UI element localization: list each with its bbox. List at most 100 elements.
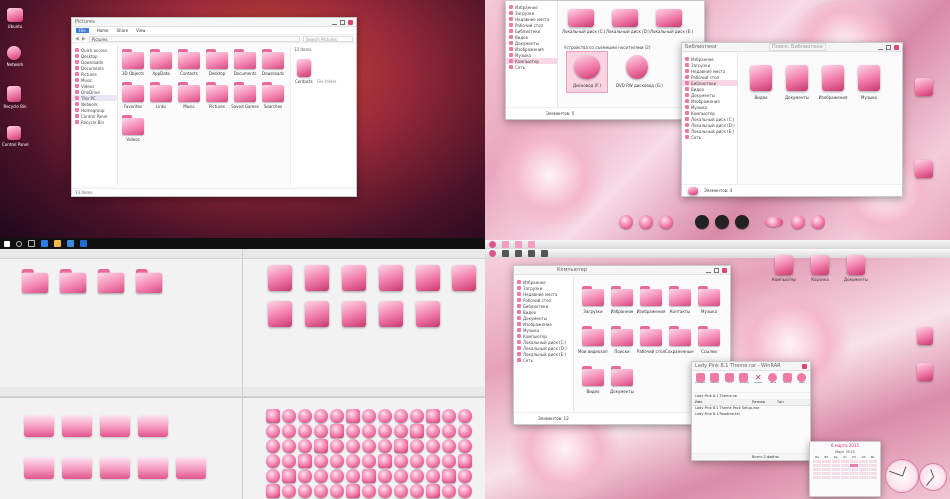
small-app-icon[interactable] xyxy=(426,454,440,468)
small-app-icon[interactable] xyxy=(458,409,472,423)
drive-icon[interactable] xyxy=(656,9,682,27)
small-app-icon[interactable] xyxy=(314,484,328,498)
drive-tile[interactable] xyxy=(138,457,168,479)
tab-share[interactable]: Share xyxy=(117,28,129,33)
small-app-icon[interactable] xyxy=(410,454,424,468)
small-app-icon[interactable] xyxy=(266,409,280,423)
folder-icon[interactable] xyxy=(206,49,228,69)
folder-icon[interactable] xyxy=(206,82,228,102)
folder-icon[interactable] xyxy=(698,326,720,346)
small-app-icon[interactable] xyxy=(442,469,456,483)
calendar-day-cell[interactable] xyxy=(850,476,859,479)
taskbar-app-icon[interactable] xyxy=(502,241,509,248)
small-app-icon[interactable] xyxy=(314,439,328,453)
folder-icon[interactable] xyxy=(59,269,87,293)
drive-tile[interactable] xyxy=(100,457,130,479)
small-app-icon[interactable] xyxy=(362,454,376,468)
drive-tile[interactable] xyxy=(24,457,54,479)
tab-home[interactable]: Home xyxy=(97,28,109,33)
drive-icon[interactable] xyxy=(612,9,638,27)
small-app-icon[interactable] xyxy=(378,484,392,498)
calendar-day-cell[interactable] xyxy=(831,472,840,475)
clock-gadget[interactable] xyxy=(885,459,919,493)
app-icon[interactable] xyxy=(416,301,440,327)
dock-icon[interactable] xyxy=(659,215,673,229)
small-app-icon[interactable] xyxy=(378,424,392,438)
small-app-icon[interactable] xyxy=(330,484,344,498)
folder-icon[interactable] xyxy=(21,269,49,293)
small-app-icon[interactable] xyxy=(266,484,280,498)
network-desktop-icon[interactable] xyxy=(7,46,21,60)
calendar-day-cell[interactable] xyxy=(813,460,822,463)
small-app-icon[interactable] xyxy=(426,469,440,483)
folder-icon[interactable] xyxy=(178,49,200,69)
small-app-icon[interactable] xyxy=(330,469,344,483)
folder-icon[interactable] xyxy=(122,115,144,135)
ubuntu-desktop-icon[interactable] xyxy=(7,8,23,22)
small-app-icon[interactable] xyxy=(362,424,376,438)
explorer-titlebar[interactable]: Компьютер xyxy=(514,266,730,275)
address-bar[interactable]: Библиотеки xyxy=(685,44,717,50)
winrar-titlebar[interactable]: Lady Pink 8.1 Theme.rar - WinRAR xyxy=(692,362,810,371)
app-icon[interactable] xyxy=(342,301,366,327)
winrar-find-button[interactable]: Найти xyxy=(767,373,780,390)
recycle-bin-desktop-icon[interactable] xyxy=(7,86,21,102)
small-app-icon[interactable] xyxy=(378,439,392,453)
dock-icon[interactable] xyxy=(619,215,633,229)
dock-icon[interactable] xyxy=(791,215,805,229)
calendar-day-cell[interactable] xyxy=(822,460,831,463)
small-app-icon[interactable] xyxy=(426,484,440,498)
calendar-day-cell[interactable] xyxy=(859,464,868,467)
app-icon[interactable] xyxy=(379,265,403,291)
small-app-icon[interactable] xyxy=(298,484,312,498)
nav-item[interactable]: Локальный диск (D:) xyxy=(682,122,737,128)
app-icon[interactable] xyxy=(342,265,366,291)
small-app-icon[interactable] xyxy=(266,469,280,483)
small-app-icon[interactable] xyxy=(346,484,360,498)
start-icon[interactable] xyxy=(4,240,10,247)
desktop-icon[interactable] xyxy=(917,327,933,345)
drive-tile[interactable] xyxy=(62,415,92,437)
small-app-icon[interactable] xyxy=(330,454,344,468)
folder-icon[interactable] xyxy=(582,366,604,386)
column-type[interactable]: Тип xyxy=(777,400,802,405)
winrar-add-button[interactable]: Добавить xyxy=(694,373,707,390)
small-app-icon[interactable] xyxy=(314,454,328,468)
folder-icon[interactable] xyxy=(669,326,691,346)
small-app-icon[interactable] xyxy=(394,409,408,423)
minimize-icon[interactable] xyxy=(332,20,337,25)
calendar-day-cell[interactable] xyxy=(859,472,868,475)
small-app-icon[interactable] xyxy=(394,424,408,438)
taskbar-app-icon[interactable] xyxy=(541,250,548,257)
small-app-icon[interactable] xyxy=(266,424,280,438)
library-video-icon[interactable] xyxy=(750,65,772,91)
small-app-icon[interactable] xyxy=(394,469,408,483)
calendar-day-cell[interactable] xyxy=(813,468,822,471)
calendar-day-cell[interactable] xyxy=(868,460,877,463)
calendar-day-cell[interactable] xyxy=(813,472,822,475)
calendar-day-cell[interactable] xyxy=(868,472,877,475)
calendar-day-cell[interactable] xyxy=(850,460,859,463)
maximize-icon[interactable] xyxy=(714,267,719,273)
small-app-icon[interactable] xyxy=(410,409,424,423)
small-app-icon[interactable] xyxy=(394,484,408,498)
calendar-day-cell[interactable] xyxy=(859,468,868,471)
small-app-icon[interactable] xyxy=(442,454,456,468)
drive-tile[interactable] xyxy=(100,415,130,437)
small-app-icon[interactable] xyxy=(410,469,424,483)
small-app-icon[interactable] xyxy=(298,469,312,483)
winrar-extract-button[interactable]: Извлечь xyxy=(709,373,722,390)
taskbar-app-icon[interactable] xyxy=(515,241,522,248)
drive-icon[interactable] xyxy=(568,9,594,27)
libraries-titlebar[interactable]: Библиотеки Поиск: Библиотеки xyxy=(682,43,902,52)
folder-icon[interactable] xyxy=(669,286,691,306)
nav-item[interactable]: Сеть xyxy=(514,357,573,363)
small-app-icon[interactable] xyxy=(282,484,296,498)
forward-icon[interactable]: ▶ xyxy=(82,36,86,42)
calendar-day-cell[interactable] xyxy=(840,460,850,463)
small-app-icon[interactable] xyxy=(378,454,392,468)
small-app-icon[interactable] xyxy=(282,439,296,453)
nav-item[interactable]: Сеть xyxy=(682,134,737,140)
explorer-icon[interactable] xyxy=(54,240,61,247)
calendar-day-cell[interactable] xyxy=(859,460,868,463)
